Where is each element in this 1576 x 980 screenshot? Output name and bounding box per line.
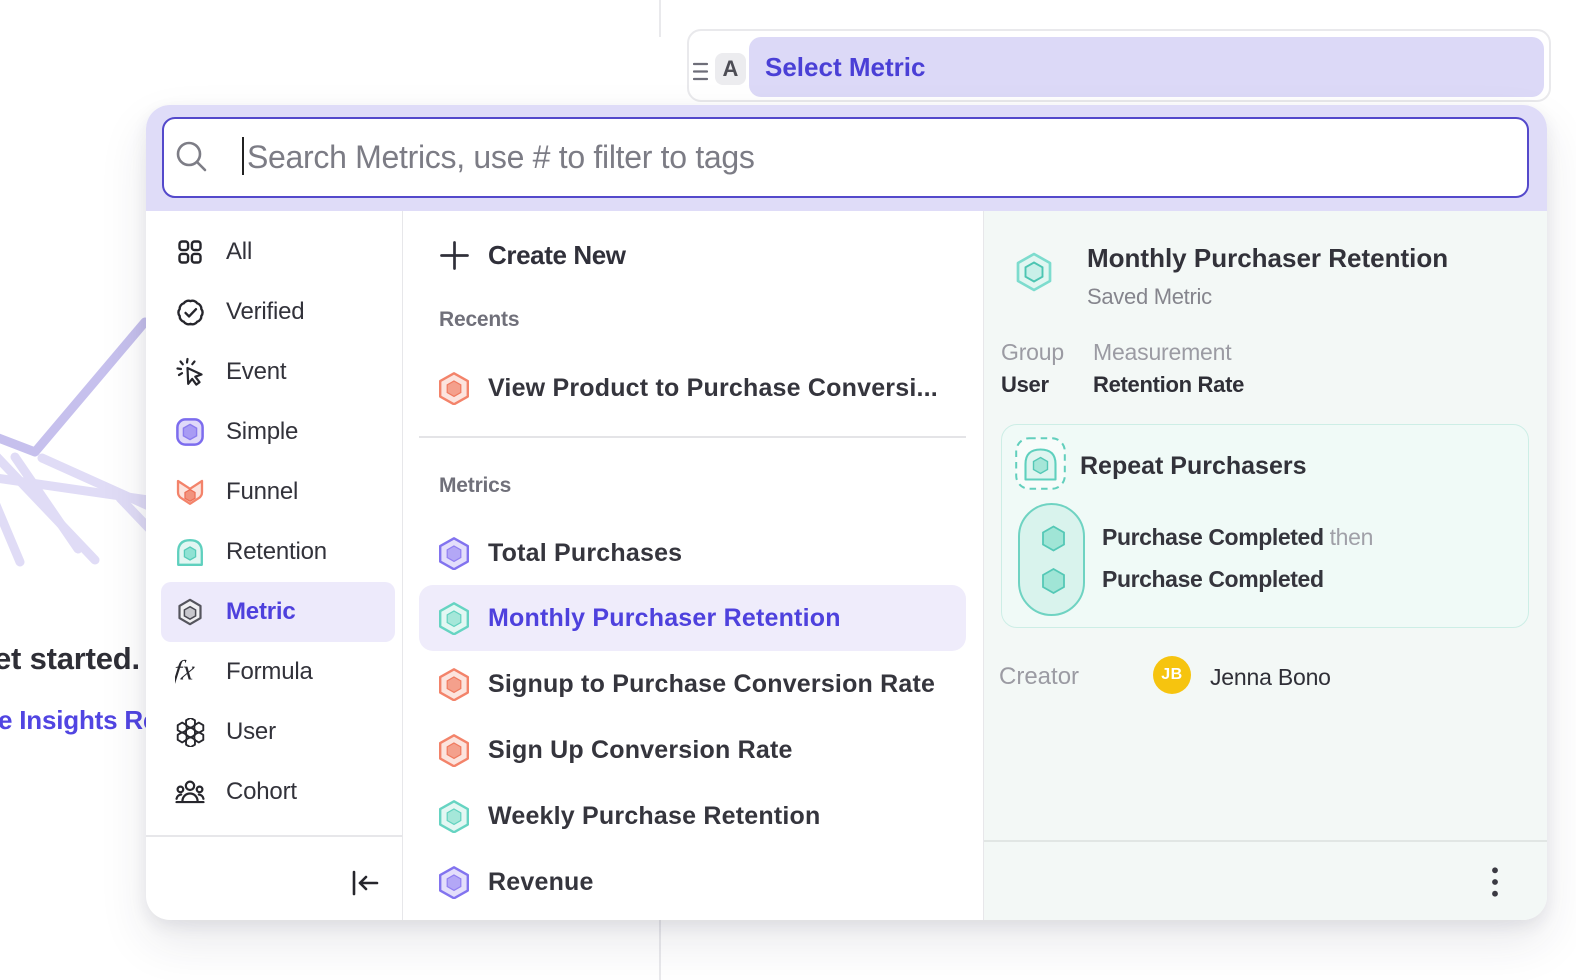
svg-text:fx: fx xyxy=(175,656,197,686)
